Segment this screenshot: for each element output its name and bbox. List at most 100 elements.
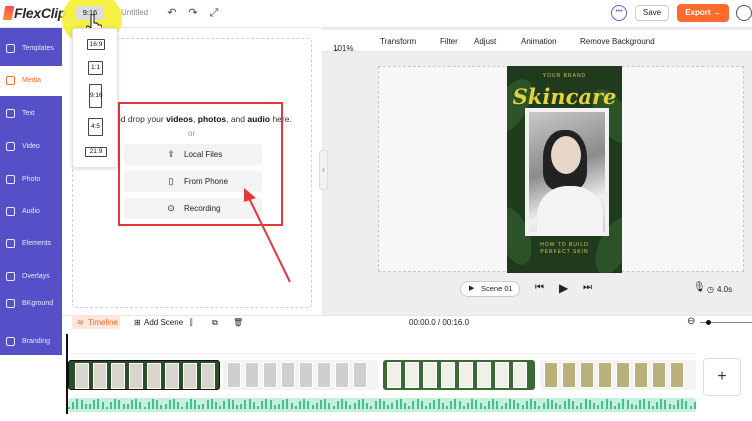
edit-toolbar: 101% ⌄ Transform Filter Adjust Animation… bbox=[322, 30, 752, 53]
avatar[interactable] bbox=[736, 5, 752, 21]
waveform-bar bbox=[626, 399, 629, 409]
sidebar-item-label: Elements bbox=[22, 240, 52, 247]
ratio-option-16-9[interactable]: 16:9 bbox=[87, 39, 105, 50]
sidebar-item-label: Photo bbox=[22, 176, 41, 183]
previous-icon[interactable]: ⏮ bbox=[535, 282, 544, 293]
waveform-bar bbox=[286, 399, 289, 409]
adjust-button[interactable]: Adjust bbox=[474, 37, 496, 46]
footer-line-2: PERFECT SKIN bbox=[540, 249, 589, 255]
add-scene-plus-button[interactable]: + bbox=[703, 358, 741, 396]
remove-background-button[interactable]: Remove Background bbox=[580, 37, 655, 46]
template-icon bbox=[6, 44, 15, 53]
waveform-bar bbox=[429, 403, 432, 409]
save-button[interactable]: Save bbox=[635, 5, 669, 21]
scene-label: Scene 01 bbox=[481, 284, 513, 293]
collapse-panel-icon[interactable]: ‹ bbox=[319, 150, 328, 190]
undo-icon[interactable]: ↶ bbox=[165, 6, 179, 20]
overlays-icon bbox=[6, 272, 15, 281]
export-button[interactable]: Export → bbox=[677, 4, 729, 22]
zoom-slider-handle[interactable] bbox=[706, 320, 711, 325]
fullscreen-icon[interactable]: ⤢ bbox=[207, 6, 221, 20]
waveform-bar bbox=[467, 402, 469, 409]
sidebar-item-text[interactable]: Text bbox=[0, 99, 62, 129]
waveform-bar bbox=[261, 401, 264, 409]
waveform-bar bbox=[462, 405, 465, 409]
sidebar-item-photo[interactable]: Photo bbox=[0, 165, 62, 195]
waveform-bar bbox=[244, 399, 247, 409]
sidebar-item-overlays[interactable]: Overlays bbox=[0, 262, 62, 292]
waveform-bar bbox=[332, 406, 335, 409]
timeline-clip-1[interactable] bbox=[68, 360, 220, 390]
waveform-bar bbox=[84, 404, 87, 409]
waveform-bar bbox=[672, 404, 675, 409]
waveform-bar bbox=[341, 399, 343, 409]
sidebar-item-label: Audio bbox=[22, 208, 40, 215]
sidebar-item-branding[interactable]: Branding bbox=[0, 315, 62, 355]
scene-duration: 4.0s bbox=[717, 285, 733, 294]
ratio-option-9-16[interactable]: 9:16 bbox=[89, 84, 103, 108]
play-icon[interactable]: ▶ bbox=[559, 281, 568, 295]
scene-selector[interactable]: ▶ Scene 01 bbox=[460, 281, 520, 297]
waveform-bar bbox=[605, 399, 608, 409]
waveform-bar bbox=[156, 400, 159, 409]
waveform-bar bbox=[164, 403, 167, 409]
sidebar-item-media[interactable]: Media bbox=[0, 66, 62, 96]
elements-icon bbox=[6, 239, 15, 248]
background-icon bbox=[6, 299, 15, 308]
filter-button[interactable]: Filter bbox=[440, 37, 458, 46]
waveform-bar bbox=[80, 400, 83, 409]
clip-thumbnail bbox=[634, 362, 648, 388]
waveform-bar bbox=[563, 400, 566, 409]
waveform-bar bbox=[693, 402, 696, 409]
sidebar-item-bkground[interactable]: BKground bbox=[0, 295, 62, 315]
waveform-bar bbox=[227, 399, 230, 409]
clip-thumbnail bbox=[147, 363, 161, 389]
waveform-bar bbox=[294, 406, 297, 409]
waveform-bar bbox=[320, 399, 322, 409]
waveform-bar bbox=[609, 401, 612, 409]
delete-icon[interactable]: 🗑 bbox=[233, 318, 243, 327]
waveform-bar bbox=[353, 403, 356, 409]
shirt-shape bbox=[537, 186, 603, 236]
sidebar-item-video[interactable]: Video bbox=[0, 132, 62, 162]
preview-frame[interactable]: YOUR BRAND Skincare HOW TO BUILD PERFECT… bbox=[507, 66, 622, 273]
photo-icon bbox=[6, 175, 15, 184]
sidebar-item-elements[interactable]: Elements bbox=[0, 229, 62, 259]
waveform-bar bbox=[412, 400, 415, 409]
audio-track[interactable] bbox=[68, 398, 696, 412]
split-icon[interactable]: ⫿ bbox=[190, 318, 193, 328]
waveform-bar bbox=[177, 402, 180, 409]
add-scene-button[interactable]: Add Scene bbox=[144, 318, 183, 327]
waveform-bar bbox=[110, 401, 112, 409]
microphone-icon[interactable]: 🎙 bbox=[693, 282, 706, 293]
ratio-option-1-1[interactable]: 1:1 bbox=[88, 61, 103, 75]
timeline-clip-2[interactable] bbox=[223, 360, 378, 390]
waveform-bar bbox=[131, 399, 133, 409]
waveform-bar bbox=[542, 402, 545, 409]
zoom-out-icon[interactable]: ⊖ bbox=[687, 316, 695, 327]
waveform-bar bbox=[147, 401, 150, 409]
transform-button[interactable]: Transform bbox=[380, 37, 416, 46]
ratio-option-4-5[interactable]: 4:5 bbox=[88, 118, 103, 136]
app-logo: FlexClip bbox=[2, 5, 66, 21]
waveform-bar bbox=[639, 400, 642, 409]
clip-thumbnail bbox=[111, 363, 125, 389]
ratio-option-21-9[interactable]: 21:9 bbox=[85, 147, 107, 157]
sidebar-item-templates[interactable]: Templates bbox=[0, 34, 62, 64]
waveform-bar bbox=[89, 404, 91, 409]
chat-icon[interactable]: ••• bbox=[611, 5, 627, 21]
timeline-clip-4[interactable] bbox=[540, 360, 696, 390]
next-icon[interactable]: ⏭ bbox=[583, 282, 592, 293]
waveform-bar bbox=[651, 406, 654, 409]
play-small-icon: ▶ bbox=[469, 285, 475, 292]
headline-text: Skincare bbox=[512, 84, 617, 109]
timeline-clip-3[interactable] bbox=[383, 360, 535, 390]
sidebar-item-label: Video bbox=[22, 143, 40, 150]
sidebar-item-audio[interactable]: Audio bbox=[0, 197, 62, 227]
waveform-bar bbox=[290, 402, 293, 409]
animation-button[interactable]: Animation bbox=[521, 37, 557, 46]
project-title[interactable]: Untitled bbox=[121, 8, 148, 17]
clip-thumbnail bbox=[165, 363, 179, 389]
redo-icon[interactable]: ↷ bbox=[186, 6, 200, 20]
duplicate-icon[interactable]: ⧉ bbox=[212, 318, 218, 328]
